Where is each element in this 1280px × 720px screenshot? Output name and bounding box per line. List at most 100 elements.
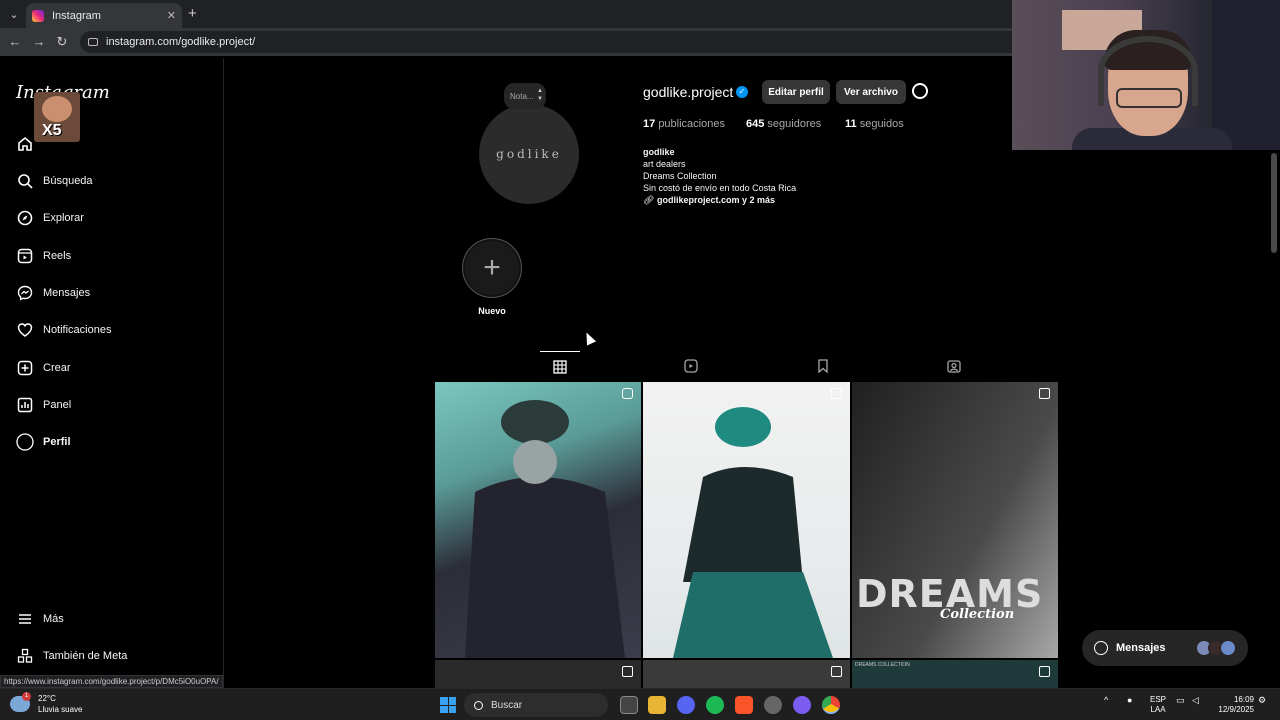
status-bar-url: https://www.instagram.com/godlike.projec… bbox=[0, 675, 223, 688]
file-explorer-icon[interactable] bbox=[648, 696, 666, 714]
post-subtitle: Collection bbox=[940, 607, 1015, 622]
spotify-icon[interactable] bbox=[706, 696, 724, 714]
posts-label: publicaciones bbox=[658, 118, 725, 130]
avatar-logo-text: godlike bbox=[496, 147, 562, 161]
note-arrows-icon: ▲ ▼ bbox=[537, 88, 543, 102]
site-info-icon[interactable] bbox=[88, 38, 98, 46]
browser-tab[interactable]: Instagram ✕ bbox=[26, 3, 182, 28]
tab-tagged[interactable] bbox=[934, 351, 974, 381]
sidebar-item-profile[interactable]: Perfil bbox=[16, 428, 216, 456]
network-icon[interactable]: ▭ bbox=[1176, 695, 1185, 706]
stat-followers[interactable]: 645 seguidores bbox=[746, 118, 821, 130]
tab-posts[interactable] bbox=[540, 351, 580, 381]
meta-apps-icon bbox=[16, 647, 34, 665]
forward-icon[interactable]: → bbox=[30, 33, 48, 51]
post-tile[interactable]: DREAMS COLLECTION bbox=[852, 660, 1058, 688]
profile-avatar-large[interactable]: godlike bbox=[479, 104, 579, 204]
sidebar-item-more[interactable]: Más bbox=[16, 605, 216, 633]
new-tab-icon[interactable]: + bbox=[188, 5, 197, 22]
chrome-icon[interactable] bbox=[822, 696, 840, 714]
sidebar-item-dashboard[interactable]: Panel bbox=[16, 391, 216, 419]
settings-gear-icon[interactable] bbox=[912, 83, 928, 99]
following-count: 11 bbox=[845, 118, 857, 130]
windows-start-icon[interactable] bbox=[440, 697, 456, 713]
close-tab-icon[interactable]: ✕ bbox=[167, 9, 176, 22]
stat-following[interactable]: 11 seguidos bbox=[845, 118, 904, 130]
avatar bbox=[1220, 640, 1236, 656]
note-bubble[interactable]: Nota... ▲ ▼ bbox=[504, 83, 546, 109]
verified-badge-icon: ✓ bbox=[736, 86, 748, 98]
weather-condition: Lluvia suave bbox=[38, 705, 83, 714]
stat-posts[interactable]: 17 publicaciones bbox=[643, 118, 725, 130]
notifications-icon[interactable]: ⚙ bbox=[1258, 695, 1266, 706]
sidebar-item-label: Búsqueda bbox=[43, 175, 93, 187]
compass-icon bbox=[16, 209, 34, 227]
clock[interactable]: 16:09 12/9/2025 bbox=[1212, 695, 1254, 715]
temperature: 22°C bbox=[38, 694, 56, 703]
profile-avatar bbox=[16, 433, 34, 451]
weather-widget[interactable]: 1 22°C Lluvia suave bbox=[10, 692, 83, 715]
tab-title: Instagram bbox=[52, 9, 101, 22]
instagram-favicon-icon bbox=[32, 9, 44, 22]
sidebar-item-reels[interactable]: Reels bbox=[16, 242, 216, 270]
bio-line: art dealers bbox=[643, 159, 686, 169]
profile-username: godlike.project bbox=[643, 84, 734, 100]
sidebar-item-create[interactable]: Crear bbox=[16, 354, 216, 382]
sidebar-item-search[interactable]: Búsqueda bbox=[16, 167, 216, 195]
sidebar-item-label: Mensajes bbox=[43, 287, 91, 299]
sidebar-item-notifications[interactable]: Notificaciones bbox=[16, 316, 216, 344]
menu-icon bbox=[16, 610, 34, 628]
tray-chevron-icon[interactable]: ^ bbox=[1104, 695, 1108, 705]
post-tile[interactable] bbox=[643, 382, 850, 658]
post-image-person bbox=[673, 407, 833, 658]
brave-icon[interactable] bbox=[735, 696, 753, 714]
language-indicator[interactable]: ESP LAA bbox=[1150, 695, 1166, 715]
new-highlight-button[interactable]: + bbox=[462, 238, 522, 298]
sidebar-item-label: Explorar bbox=[43, 212, 84, 224]
home-icon bbox=[16, 135, 34, 153]
tab-reels[interactable] bbox=[671, 351, 711, 381]
webcam-overlay bbox=[1012, 0, 1280, 150]
followers-label: seguidores bbox=[767, 118, 822, 130]
back-icon[interactable]: ← bbox=[6, 33, 24, 51]
view-archive-button[interactable]: Ver archivo bbox=[836, 80, 906, 104]
taskbar-search[interactable]: Buscar bbox=[464, 693, 608, 717]
messages-pill-button[interactable]: Mensajes bbox=[1082, 630, 1248, 666]
messenger-icon bbox=[1094, 641, 1108, 655]
post-tile[interactable] bbox=[643, 660, 850, 688]
post-tile[interactable] bbox=[435, 382, 641, 658]
reload-icon[interactable]: ↻ bbox=[53, 33, 71, 51]
sidebar-item-label: Notificaciones bbox=[43, 324, 112, 336]
bio-link[interactable]: godlikeproject.com y 2 más bbox=[657, 195, 775, 205]
sidebar-item-explore[interactable]: Explorar bbox=[16, 204, 216, 232]
clock-time: 16:09 bbox=[1233, 695, 1254, 704]
edit-profile-button[interactable]: Editar perfil bbox=[762, 80, 830, 104]
mouse-cursor bbox=[581, 330, 597, 346]
microphone-icon[interactable]: ● bbox=[1127, 695, 1132, 705]
post-tile[interactable] bbox=[435, 660, 641, 688]
sidebar-item-messages[interactable]: Mensajes bbox=[16, 279, 216, 307]
search-icon bbox=[474, 700, 483, 710]
sidebar-item-label: Más bbox=[43, 613, 64, 625]
post-tile[interactable]: DREAMS Collection bbox=[852, 382, 1058, 658]
volume-icon[interactable]: ◁ bbox=[1192, 695, 1199, 706]
weather-badge: 1 bbox=[22, 692, 31, 701]
profile-bio: godlike art dealers Dreams Collection Si… bbox=[643, 146, 796, 206]
tab-saved[interactable] bbox=[803, 351, 843, 381]
bio-link-row[interactable]: 🔗︎ godlikeproject.com y 2 más bbox=[643, 194, 796, 206]
app-icon[interactable] bbox=[793, 696, 811, 714]
sidebar-item-also-from-meta[interactable]: También de Meta bbox=[16, 642, 216, 670]
bookmark-icon bbox=[818, 359, 828, 373]
sidebar-item-home[interactable] bbox=[16, 130, 216, 158]
grid-icon bbox=[553, 359, 567, 374]
tab-search-chevron-icon[interactable]: ⌄ bbox=[4, 4, 24, 24]
messages-pill-label: Mensajes bbox=[1116, 642, 1166, 654]
app-icon[interactable] bbox=[764, 696, 782, 714]
post-image-person bbox=[465, 400, 625, 658]
messenger-icon bbox=[16, 284, 34, 302]
task-view-icon[interactable] bbox=[620, 696, 638, 714]
weather-cloud-icon: 1 bbox=[10, 692, 31, 712]
messages-avatars bbox=[1196, 640, 1236, 656]
discord-icon[interactable] bbox=[677, 696, 695, 714]
page-scrollbar[interactable] bbox=[1271, 153, 1277, 253]
